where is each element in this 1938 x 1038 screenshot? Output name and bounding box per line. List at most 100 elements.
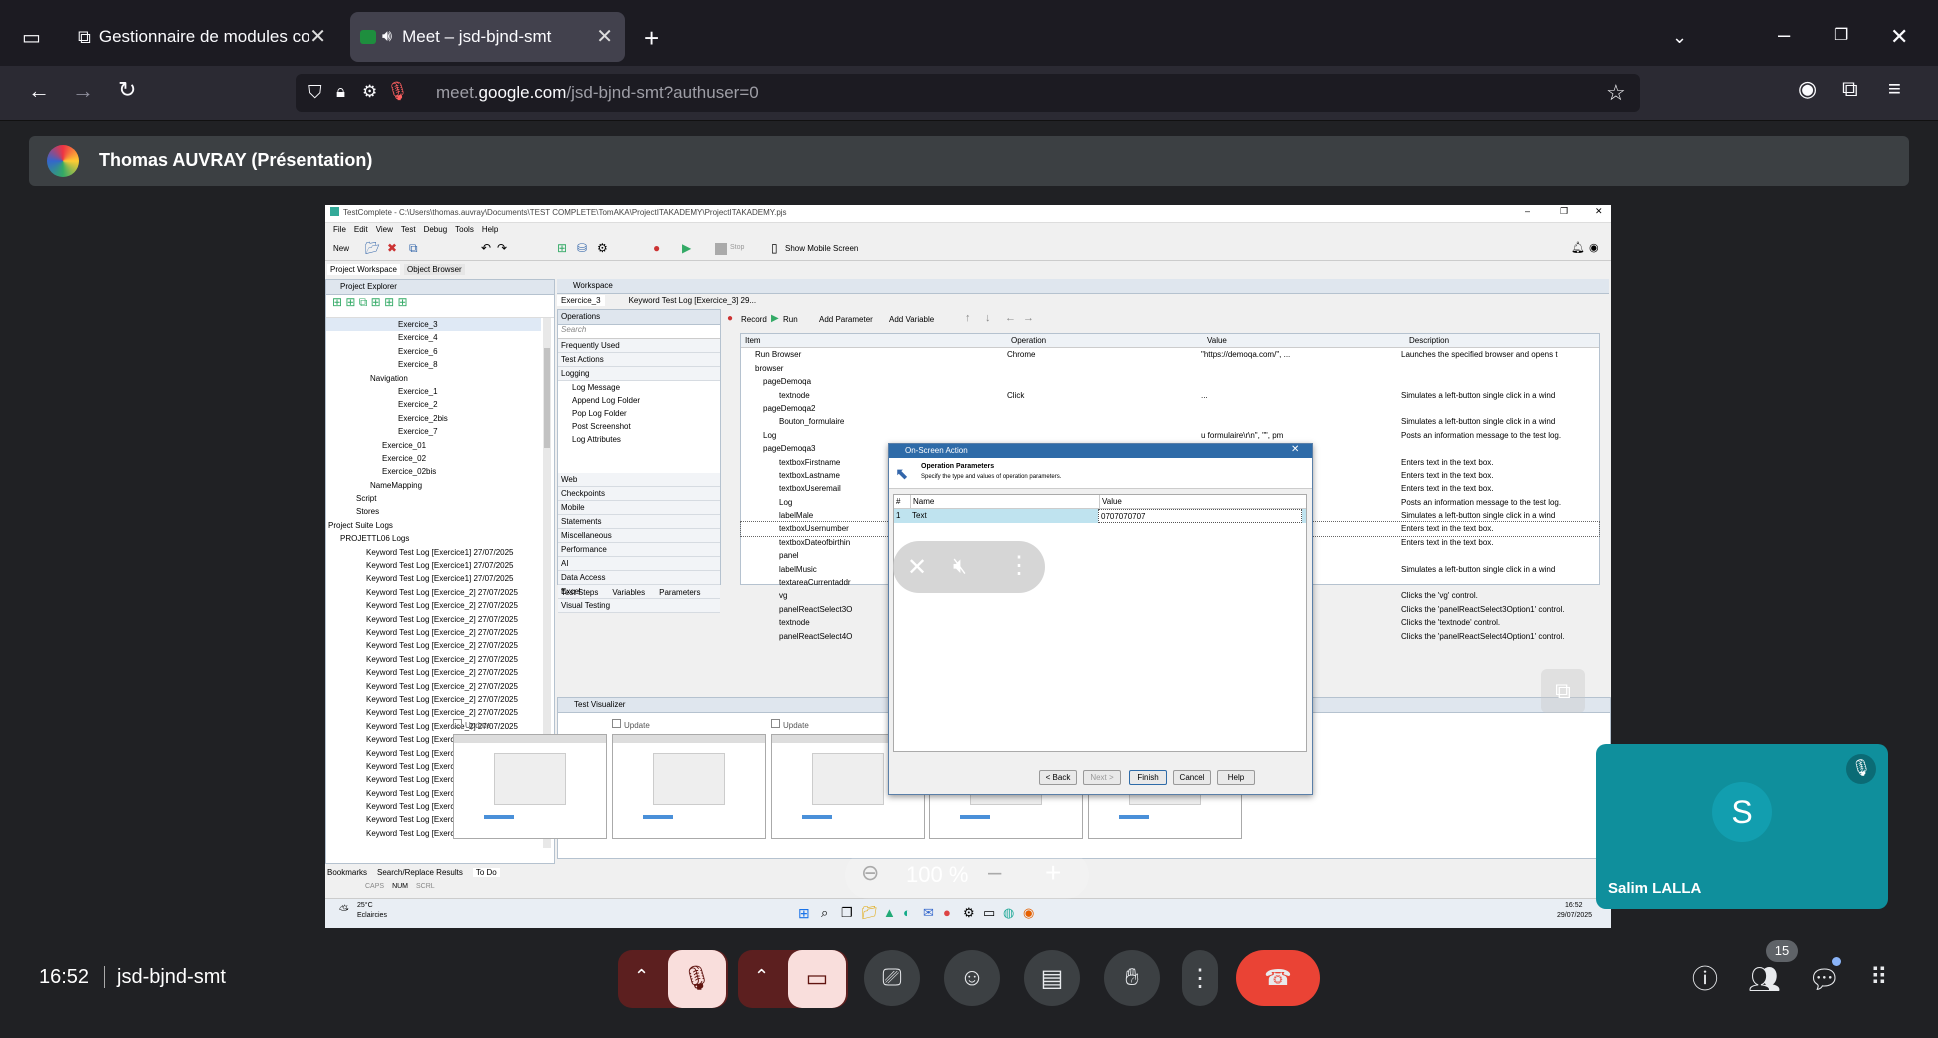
menu-debug[interactable]: Debug — [424, 225, 448, 234]
more-options-icon[interactable]: ⋮ — [1007, 551, 1031, 580]
firefox-icon[interactable]: ◉ — [1023, 905, 1034, 921]
account-icon[interactable]: ◉ — [1798, 78, 1817, 100]
tree-item[interactable]: Exercice_02bis — [326, 465, 541, 478]
raise-hand-button[interactable]: ✋︎ — [1104, 950, 1160, 1006]
operation-item[interactable]: Append Log Folder — [558, 394, 720, 407]
finish-button[interactable]: Finish — [1129, 770, 1167, 785]
tree-item[interactable]: Exercice_6 — [326, 345, 541, 358]
unpin-icon[interactable]: ✕ — [907, 553, 927, 582]
table-row[interactable]: pageDemoqa — [741, 375, 1599, 388]
menu-view[interactable]: View — [376, 225, 393, 234]
tree-item[interactable]: Exercice_8 — [326, 358, 541, 371]
chat-icon[interactable]: 💬︎ — [1808, 966, 1841, 992]
tab-bookmarks[interactable]: Bookmarks — [327, 868, 367, 877]
tree-item[interactable]: Exercice_3 — [326, 318, 541, 332]
open-icon[interactable]: 📂︎ — [365, 241, 380, 255]
add-item-icon[interactable]: ⊞ — [557, 241, 567, 255]
zoom-out-magnifier-icon[interactable]: ⊖ — [861, 860, 879, 886]
zoom-plus-icon[interactable]: + — [1045, 857, 1061, 889]
bookmark-star-icon[interactable]: ☆ — [1606, 82, 1626, 104]
more-options-button[interactable]: ⋮ — [1182, 950, 1218, 1006]
search-icon[interactable]: ⌕ — [821, 905, 828, 921]
tree-item[interactable]: Keyword Test Log [Exercice_2] 27/07/2025 — [326, 586, 541, 599]
reload-icon[interactable]: ↻ — [118, 79, 136, 101]
tree-item[interactable]: Keyword Test Log [Exercice_2] 27/07/2025 — [326, 639, 541, 652]
tree-item[interactable]: Exercice_7 — [326, 425, 541, 438]
app-icon[interactable]: ▲ — [883, 905, 896, 920]
table-row[interactable]: browser — [741, 362, 1599, 375]
table-row[interactable]: textnode Click... Simulates a left-button … — [741, 389, 1599, 402]
add-variable-button[interactable]: Add Variable — [889, 315, 934, 324]
captions-button[interactable]: ▤ — [1024, 950, 1080, 1006]
restore-icon[interactable]: ❐ — [1560, 206, 1568, 217]
mute-tile-icon[interactable]: 🔇︎ — [953, 553, 967, 579]
record-button[interactable]: Record — [741, 315, 767, 324]
camera-toggle-button[interactable]: ▭ — [788, 950, 846, 1008]
operation-item[interactable]: Pop Log Folder — [558, 407, 720, 420]
back-button[interactable]: < Back — [1039, 770, 1077, 785]
tab-test-steps[interactable]: Test Steps — [561, 588, 598, 597]
present-button[interactable]: ⎚ — [864, 950, 920, 1006]
menu-help[interactable]: Help — [482, 225, 498, 234]
zoom-minus-icon[interactable]: – — [988, 859, 1001, 887]
tree-item[interactable]: Keyword Test Log [Exercice_2] 27/07/2025 — [326, 706, 541, 719]
tree-item[interactable]: Script — [326, 492, 541, 505]
forward-icon[interactable]: → — [72, 80, 94, 102]
cancel-button[interactable]: Cancel — [1173, 770, 1211, 785]
tree-item[interactable]: Keyword Test Log [Exercice_2] 27/07/2025 — [326, 653, 541, 666]
outlook-icon[interactable]: ✉ — [923, 905, 934, 921]
mobile-icon[interactable]: ▯ — [771, 241, 778, 255]
tree-item[interactable]: Keyword Test Log [Exercice1] 27/07/2025 — [326, 572, 541, 585]
doc-tab-log[interactable]: Keyword Test Log [Exercice_3] 29... — [625, 295, 760, 306]
operation-item[interactable]: Log Message — [558, 381, 720, 394]
microphone-icon[interactable]: 🎙︎ — [386, 82, 409, 100]
terminal-icon[interactable]: ▭ — [983, 905, 995, 921]
restore-icon[interactable]: ❐ — [1834, 28, 1848, 44]
new-tab-icon[interactable]: + — [644, 25, 659, 51]
operation-category[interactable]: Test Actions — [558, 353, 720, 367]
shield-icon[interactable]: ⛉ — [308, 83, 322, 101]
table-row[interactable]: pageDemoqa2 — [741, 402, 1599, 415]
camera-options-chevron-icon[interactable]: ⌃ — [754, 966, 769, 987]
tree-item[interactable]: Keyword Test Log [Exercice1] 27/07/2025 — [326, 559, 541, 572]
task-view-icon[interactable]: ❐ — [841, 905, 853, 921]
tab-list-icon[interactable]: ▭ — [22, 28, 41, 48]
settings-icon[interactable]: ⚙ — [597, 241, 608, 255]
minimize-icon[interactable]: – — [1525, 206, 1530, 216]
show-mobile-screen[interactable]: Show Mobile Screen — [785, 244, 858, 253]
undo-icon[interactable]: ↶ — [481, 241, 491, 255]
tree-item[interactable]: Exercice_4 — [326, 331, 541, 344]
tree-item[interactable]: Navigation — [326, 372, 541, 385]
operation-category[interactable]: Frequently Used — [558, 339, 720, 353]
participant-tile[interactable]: S Salim LALLA 🎙︎ — [1596, 744, 1888, 909]
minimize-icon[interactable]: – — [1778, 24, 1790, 46]
add-parameter-button[interactable]: Add Parameter — [819, 315, 873, 324]
close-icon[interactable]: ✕ — [1291, 444, 1299, 455]
tree-item[interactable]: Stores — [326, 505, 541, 518]
menu-file[interactable]: File — [333, 225, 346, 234]
tree-item[interactable]: Keyword Test Log [Exercice_2] 27/07/2025 — [326, 613, 541, 626]
redo-icon[interactable]: ↷ — [497, 241, 507, 255]
start-icon[interactable]: ⊞ — [798, 905, 810, 922]
mic-options-chevron-icon[interactable]: ⌃ — [634, 966, 649, 987]
tab-modules[interactable]: ⧉ Gestionnaire de modules compl ✕ — [68, 12, 338, 62]
operation-item[interactable]: Log Attributes — [558, 433, 720, 446]
extensions-icon[interactable]: ⧉ — [1842, 78, 1858, 100]
apps-grid-icon[interactable]: ⠿ — [1870, 966, 1888, 990]
tree-item[interactable]: Keyword Test Log [Exercice_2] 27/07/2025 — [326, 720, 541, 733]
tab-todo[interactable]: To Do — [472, 868, 500, 877]
tree-item[interactable]: Exercice_02 — [326, 452, 541, 465]
tree-item[interactable]: Keyword Test Log [Exercice_2] 27/07/2025 — [326, 666, 541, 679]
tab-variables[interactable]: Variables — [612, 588, 645, 597]
tab-parameters[interactable]: Parameters — [659, 588, 700, 597]
speaker-icon[interactable]: 🔊︎ — [382, 28, 392, 46]
tab-project-workspace[interactable]: Project Workspace — [327, 264, 400, 275]
app-icon[interactable]: ● — [943, 905, 951, 920]
new-button[interactable]: New — [333, 244, 349, 253]
file-explorer-icon[interactable]: 📁︎ — [861, 905, 878, 921]
tree-item[interactable]: Keyword Test Log [Exercice1] 27/07/2025 — [326, 546, 541, 559]
operation-category[interactable]: Web — [558, 473, 720, 487]
close-tab-icon[interactable]: ✕ — [596, 24, 613, 49]
run-icon[interactable]: ▶ — [682, 241, 691, 255]
copy-icon[interactable]: ⧉ — [409, 241, 418, 256]
